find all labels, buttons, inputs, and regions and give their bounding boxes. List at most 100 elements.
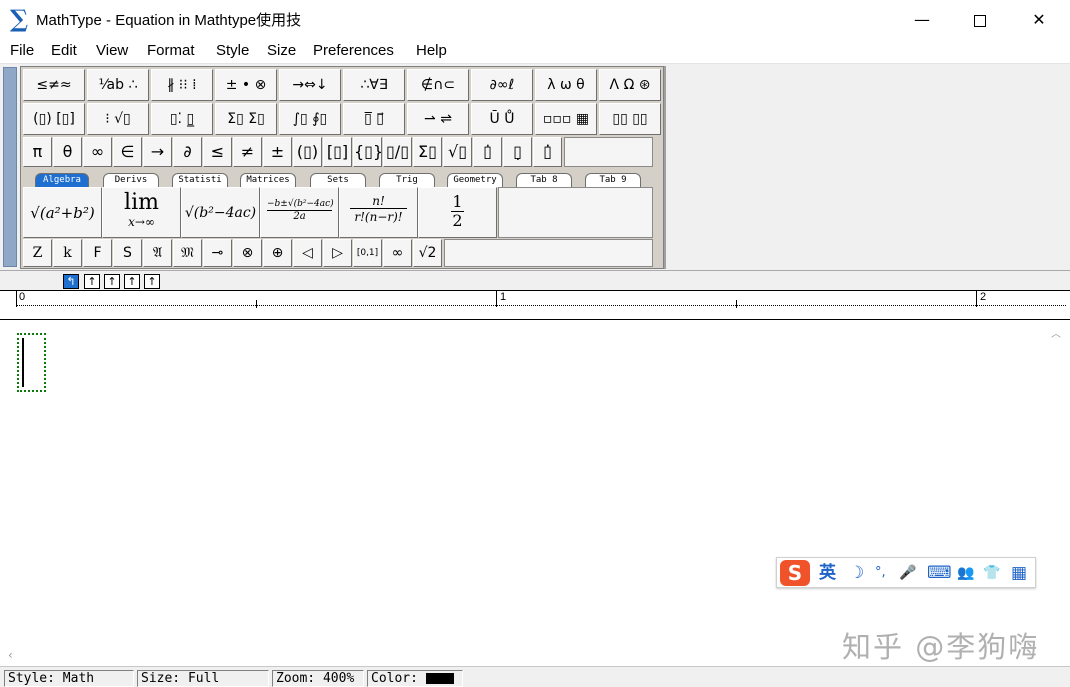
fraktur-m-button[interactable]: 𝔐 bbox=[173, 239, 202, 267]
partial-button[interactable]: ∂ bbox=[173, 137, 202, 167]
brackets-button[interactable]: [▯] bbox=[323, 137, 352, 167]
menu-preferences[interactable]: Preferences bbox=[313, 42, 394, 59]
tab-algebra[interactable]: Algebra bbox=[35, 173, 89, 187]
ime-toolbar[interactable]: S 英 ☽ °, 🎤 ⌨ 👥 👕 ▦ bbox=[776, 557, 1036, 588]
menu-view[interactable]: View bbox=[96, 42, 128, 59]
sub-superscript-button[interactable]: ▯̇̇ bbox=[533, 137, 562, 167]
punctuation-icon[interactable]: °, bbox=[875, 562, 886, 584]
products-set-templates-button[interactable]: Ū Ů bbox=[471, 103, 533, 135]
scroll-up-icon[interactable]: ︿ bbox=[1051, 325, 1061, 340]
parentheses-button[interactable]: (▯) bbox=[293, 137, 322, 167]
template-combination[interactable]: n! r!(n−r)! bbox=[339, 187, 418, 238]
template-discriminant-root[interactable]: √(b²−4ac) bbox=[181, 187, 260, 238]
calligraphic-s-button[interactable]: S bbox=[113, 239, 142, 267]
closed-interval-button[interactable]: [0,1] bbox=[353, 239, 382, 267]
matrix-templates-button[interactable]: ▫▫▫ ▦ bbox=[535, 103, 597, 135]
plus-minus-button[interactable]: ± bbox=[263, 137, 292, 167]
template-one-half[interactable]: 1 2 bbox=[418, 187, 497, 238]
tab-trig[interactable]: Trig bbox=[379, 173, 435, 187]
microphone-icon[interactable]: 🎤 bbox=[899, 562, 916, 584]
menu-size[interactable]: Size bbox=[267, 42, 296, 59]
right-triangle-button[interactable]: ▷ bbox=[323, 239, 352, 267]
circled-plus-button[interactable]: ⊕ bbox=[263, 239, 292, 267]
fence-templates-button[interactable]: (▯) [▯] bbox=[23, 103, 85, 135]
greek-lowercase-button[interactable]: λ ω θ bbox=[535, 69, 597, 101]
shirt-icon[interactable]: 👕 bbox=[983, 562, 1000, 584]
multimap-button[interactable]: ⊸ bbox=[203, 239, 232, 267]
tab-statistics[interactable]: Statisti bbox=[172, 173, 228, 187]
menu-file[interactable]: File bbox=[10, 42, 34, 59]
circled-times-button[interactable]: ⊗ bbox=[233, 239, 262, 267]
not-equal-button[interactable]: ≠ bbox=[233, 137, 262, 167]
nudge-top-button[interactable]: ↑ bbox=[144, 274, 160, 289]
menu-help[interactable]: Help bbox=[416, 42, 447, 59]
fraction-button[interactable]: ▯/▯ bbox=[383, 137, 412, 167]
menu-edit[interactable]: Edit bbox=[51, 42, 77, 59]
square-root-button[interactable]: √▯ bbox=[443, 137, 472, 167]
user-icon[interactable]: 👥 bbox=[957, 562, 974, 584]
summation-templates-button[interactable]: Σ▯ Σ▯ bbox=[215, 103, 277, 135]
tab-matrices[interactable]: Matrices bbox=[240, 173, 296, 187]
ime-mode-toggle[interactable]: 英 bbox=[819, 562, 836, 584]
template-limit[interactable]: lim x→∞ bbox=[102, 187, 181, 238]
maximize-button[interactable] bbox=[951, 0, 1009, 40]
relational-symbols-button[interactable]: ≤≠≈ bbox=[23, 69, 85, 101]
nudge-up-left-button[interactable]: ↑ bbox=[104, 274, 120, 289]
template-quadratic-formula[interactable]: −b±√(b²−4ac) 2a bbox=[260, 187, 339, 238]
close-button[interactable]: ✕ bbox=[1010, 0, 1068, 40]
less-equal-button[interactable]: ≤ bbox=[203, 137, 232, 167]
greek-uppercase-button[interactable]: Λ Ω ⊛ bbox=[599, 69, 661, 101]
integral-templates-button[interactable]: ∫▯ ∮▯ bbox=[279, 103, 341, 135]
menu-style[interactable]: Style bbox=[216, 42, 249, 59]
underbar-overbar-templates-button[interactable]: ▯̅ ▯⃗ bbox=[343, 103, 405, 135]
misc-symbols-button[interactable]: ∂∞ℓ bbox=[471, 69, 533, 101]
embellishments-button[interactable]: ∦ ⁝⁝ ⁞ bbox=[151, 69, 213, 101]
equation-editor-area[interactable] bbox=[3, 321, 1046, 646]
fraktur-a-button[interactable]: 𝔄 bbox=[143, 239, 172, 267]
labeled-arrow-templates-button[interactable]: ⇀ ⇌ bbox=[407, 103, 469, 135]
tab-geometry[interactable]: Geometry bbox=[447, 173, 503, 187]
scroll-left-icon[interactable]: ‹ bbox=[8, 648, 13, 662]
keyboard-icon[interactable]: ⌨ bbox=[927, 562, 952, 584]
box-templates-button[interactable]: ▯▯ ▯▯ bbox=[599, 103, 661, 135]
superscript-button[interactable]: ▯̇ bbox=[473, 137, 502, 167]
toolbar-grip[interactable] bbox=[3, 67, 17, 267]
infinity-small-button[interactable]: ∞ bbox=[383, 239, 412, 267]
fraction-radical-templates-button[interactable]: ⁝ √▯ bbox=[87, 103, 149, 135]
pi-button[interactable]: π bbox=[23, 137, 52, 167]
braces-button[interactable]: {▯} bbox=[353, 137, 382, 167]
logical-symbols-button[interactable]: ∴∀∃ bbox=[343, 69, 405, 101]
vertical-scrollbar[interactable]: ︿ bbox=[1046, 321, 1068, 645]
nudge-up-button[interactable]: ↑ bbox=[84, 274, 100, 289]
element-of-button[interactable]: ∈ bbox=[113, 137, 142, 167]
calligraphic-f-button[interactable]: F bbox=[83, 239, 112, 267]
root-two-button[interactable]: √2 bbox=[413, 239, 442, 267]
tab-sets[interactable]: Sets bbox=[310, 173, 366, 187]
set-theory-symbols-button[interactable]: ∉∩⊂ bbox=[407, 69, 469, 101]
empty-equation-slot[interactable] bbox=[17, 333, 46, 392]
subscript-superscript-templates-button[interactable]: ▯⁚ ▯̲ bbox=[151, 103, 213, 135]
tab-derivs[interactable]: Derivs bbox=[103, 173, 159, 187]
moon-icon[interactable]: ☽ bbox=[849, 562, 864, 584]
sogou-logo-icon[interactable]: S bbox=[780, 560, 810, 586]
minimize-button[interactable]: — bbox=[893, 0, 951, 40]
summation-button[interactable]: Σ▯ bbox=[413, 137, 442, 167]
arrow-symbols-button[interactable]: →⇔↓ bbox=[279, 69, 341, 101]
operator-symbols-button[interactable]: ± • ⊗ bbox=[215, 69, 277, 101]
double-struck-k-button[interactable]: k bbox=[53, 239, 82, 267]
ruler[interactable]: 0 1 2 bbox=[0, 290, 1070, 320]
menu-format[interactable]: Format bbox=[147, 42, 195, 59]
tab-9[interactable]: Tab 9 bbox=[585, 173, 641, 187]
nudge-home-button[interactable]: ↰ bbox=[63, 274, 79, 289]
theta-button[interactable]: θ bbox=[53, 137, 82, 167]
right-arrow-button[interactable]: → bbox=[143, 137, 172, 167]
template-pythagorean-root[interactable]: √(a²+b²) bbox=[23, 187, 102, 238]
double-struck-z-button[interactable]: Z bbox=[23, 239, 52, 267]
tab-8[interactable]: Tab 8 bbox=[516, 173, 572, 187]
subscript-button[interactable]: ▯̣ bbox=[503, 137, 532, 167]
left-triangle-button[interactable]: ◁ bbox=[293, 239, 322, 267]
grid-icon[interactable]: ▦ bbox=[1011, 562, 1027, 584]
infinity-button[interactable]: ∞ bbox=[83, 137, 112, 167]
spaces-ellipses-button[interactable]: ⅟ab ∴ bbox=[87, 69, 149, 101]
nudge-up-line-button[interactable]: ↑ bbox=[124, 274, 140, 289]
